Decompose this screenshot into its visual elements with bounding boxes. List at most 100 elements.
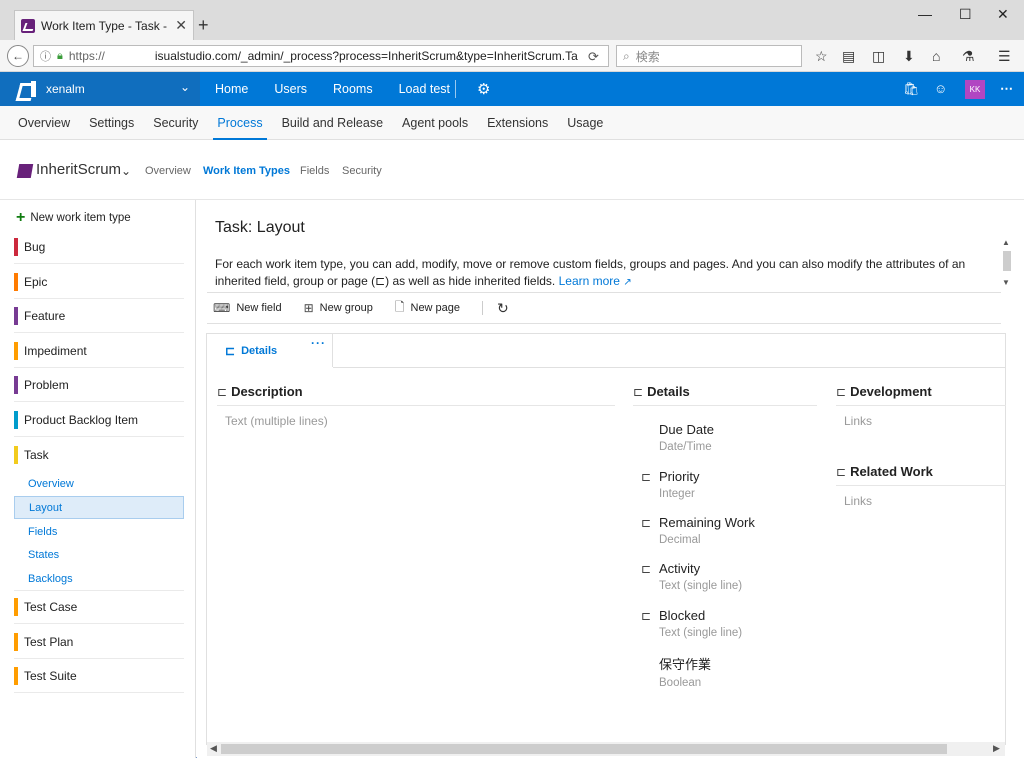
page-tab-more-icon[interactable]: ··· bbox=[311, 336, 326, 350]
group-title: Details bbox=[647, 384, 690, 399]
group-related-work[interactable]: ⊏ Related Work Links bbox=[836, 458, 1006, 508]
field-priority[interactable]: ⊏ Priority Integer bbox=[641, 469, 699, 500]
group-details[interactable]: ⊏ Details bbox=[633, 378, 817, 406]
home-icon[interactable]: ⌂ bbox=[932, 48, 940, 64]
nav-home[interactable]: Home bbox=[215, 82, 248, 96]
layout-main: Task: Layout For each work item type, yo… bbox=[197, 200, 1024, 758]
close-tab-icon[interactable]: ✕ bbox=[175, 17, 187, 34]
reload-icon[interactable]: ⟳ bbox=[588, 49, 599, 65]
search-placeholder: 検索 bbox=[635, 49, 660, 64]
group-header: ⊏ Description bbox=[217, 378, 615, 406]
info-icon[interactable]: ⓘ bbox=[40, 48, 51, 64]
process-chevron-down-icon[interactable]: ⌄ bbox=[121, 164, 131, 178]
menu-icon[interactable]: ☰ bbox=[998, 48, 1011, 65]
field-blocked[interactable]: ⊏ Blocked Text (single line) bbox=[641, 608, 742, 639]
wit-item-bug[interactable]: Bug bbox=[14, 230, 184, 264]
wit-item-product-backlog-item[interactable]: Product Backlog Item bbox=[14, 403, 184, 437]
avatar[interactable]: KK bbox=[965, 80, 985, 99]
process-tab-overview[interactable]: Overview bbox=[145, 165, 191, 177]
field-remaining-work[interactable]: ⊏ Remaining Work Decimal bbox=[641, 515, 755, 546]
group-development[interactable]: ⊏ Development Links bbox=[836, 378, 1006, 428]
scroll-thumb[interactable] bbox=[1003, 251, 1011, 271]
process-name[interactable]: InheritScrum bbox=[36, 161, 121, 178]
tab-build-and-release[interactable]: Build and Release bbox=[282, 116, 383, 130]
more-icon[interactable]: ⋯ bbox=[1000, 81, 1013, 97]
wit-item-problem[interactable]: Problem bbox=[14, 368, 184, 402]
browser-tab[interactable]: Work Item Type - Task - I... ✕ bbox=[14, 10, 194, 40]
group-description[interactable]: ⊏ Description Text (multiple lines) bbox=[217, 378, 615, 428]
pocket-icon[interactable]: ◫ bbox=[872, 48, 885, 65]
tab-security[interactable]: Security bbox=[153, 116, 198, 130]
scroll-up-icon[interactable]: ▲ bbox=[1002, 238, 1010, 247]
wit-item-impediment[interactable]: Impediment bbox=[14, 334, 184, 368]
back-button[interactable]: ← bbox=[7, 45, 29, 67]
new-field-label: New field bbox=[236, 302, 282, 314]
wit-item-test-plan[interactable]: Test Plan bbox=[14, 625, 184, 659]
address-bar[interactable]: ⓘ 🔒︎ https:// isualstudio.com/_admin/_pro… bbox=[33, 45, 609, 67]
admin-tabs: Overview Settings Security Process Build… bbox=[0, 106, 1024, 140]
wit-label: Task bbox=[24, 448, 49, 462]
page-tab-details[interactable]: ⊏ Details ··· bbox=[207, 333, 333, 367]
wit-item-test-suite[interactable]: Test Suite bbox=[14, 659, 184, 693]
new-work-item-type-label: New work item type bbox=[30, 212, 131, 224]
minimize-button[interactable]: — bbox=[918, 6, 932, 22]
new-page-button[interactable]: 🗋 New page bbox=[395, 298, 460, 319]
browser-tab-title: Work Item Type - Task - I... bbox=[41, 18, 169, 33]
header-nav: Home Users Rooms Load test bbox=[215, 72, 476, 106]
group-header: ⊏ Development bbox=[836, 378, 1006, 406]
process-tab-fields[interactable]: Fields bbox=[300, 165, 329, 177]
process-tab-work-item-types[interactable]: Work Item Types bbox=[203, 165, 290, 177]
wit-item-feature[interactable]: Feature bbox=[14, 299, 184, 333]
visual-studio-favicon-icon bbox=[21, 18, 35, 33]
field-type: Date/Time bbox=[659, 441, 712, 453]
work-item-type-list: + New work item type Bug Epic Feature Im… bbox=[0, 200, 196, 758]
process-tab-security[interactable]: Security bbox=[342, 165, 382, 177]
description-scrollbar[interactable]: ▲ ▼ bbox=[1000, 238, 1014, 290]
bookmark-star-icon[interactable]: ☆ bbox=[815, 48, 828, 65]
learn-more-link[interactable]: Learn more bbox=[559, 274, 620, 288]
reading-list-icon[interactable]: ▤ bbox=[842, 48, 855, 65]
account-selector[interactable]: xenalm ⌄ bbox=[0, 72, 200, 106]
scroll-left-icon[interactable]: ◀ bbox=[210, 743, 217, 754]
marketplace-bag-icon[interactable]: 🛍︎ bbox=[903, 81, 920, 97]
tab-settings[interactable]: Settings bbox=[89, 116, 134, 130]
tab-usage[interactable]: Usage bbox=[567, 116, 603, 130]
field-maintenance-work[interactable]: 保守作業 Boolean bbox=[641, 654, 711, 689]
tab-process[interactable]: Process bbox=[213, 116, 267, 140]
nav-rooms[interactable]: Rooms bbox=[333, 82, 373, 96]
wit-label: Epic bbox=[24, 274, 48, 289]
nav-users[interactable]: Users bbox=[274, 82, 307, 96]
tab-overview[interactable]: Overview bbox=[18, 116, 70, 130]
nav-load-test[interactable]: Load test bbox=[399, 82, 450, 96]
task-sub-backlogs[interactable]: Backlogs bbox=[14, 567, 184, 590]
maximize-button[interactable]: ☐ bbox=[959, 6, 972, 23]
new-group-button[interactable]: ⊞ New group bbox=[304, 301, 373, 315]
tab-agent-pools[interactable]: Agent pools bbox=[402, 116, 468, 130]
task-sub-states[interactable]: States bbox=[14, 543, 184, 566]
new-field-button[interactable]: ⌨ New field bbox=[213, 301, 282, 315]
refresh-icon[interactable]: ↻ bbox=[497, 300, 509, 317]
task-sub-fields[interactable]: Fields bbox=[14, 520, 184, 543]
new-work-item-type-button[interactable]: + New work item type bbox=[16, 209, 131, 227]
horizontal-scrollbar[interactable]: ◀ ▶ bbox=[207, 742, 1005, 756]
scroll-right-icon[interactable]: ▶ bbox=[993, 743, 1000, 754]
task-sub-layout[interactable]: Layout bbox=[14, 496, 184, 519]
tab-extensions[interactable]: Extensions bbox=[487, 116, 548, 130]
field-activity[interactable]: ⊏ Activity Text (single line) bbox=[641, 561, 742, 592]
download-icon[interactable]: ⬇ bbox=[903, 48, 915, 65]
scroll-down-icon[interactable]: ▼ bbox=[1002, 278, 1010, 287]
close-window-button[interactable]: ✕ bbox=[997, 6, 1009, 23]
settings-gear-icon[interactable]: ⚙ bbox=[477, 80, 490, 98]
search-input[interactable]: ⌕ 検索 bbox=[616, 45, 802, 67]
wit-item-task[interactable]: Task bbox=[14, 438, 184, 472]
wit-item-test-case[interactable]: Test Case bbox=[14, 590, 184, 624]
field-due-date[interactable]: Due Date Date/Time bbox=[641, 422, 714, 453]
layout-canvas: ⊏ Details ··· ⊏ Description Text (multipl… bbox=[206, 333, 1006, 745]
color-bar bbox=[14, 237, 18, 256]
extension-icon[interactable]: ⚗ bbox=[962, 48, 975, 65]
horizontal-scroll-thumb[interactable] bbox=[221, 744, 947, 754]
new-tab-button[interactable]: + bbox=[198, 16, 209, 34]
wit-item-epic[interactable]: Epic bbox=[14, 265, 184, 299]
feedback-smiley-icon[interactable]: ☺ bbox=[934, 81, 947, 96]
task-sub-overview[interactable]: Overview bbox=[14, 472, 184, 495]
